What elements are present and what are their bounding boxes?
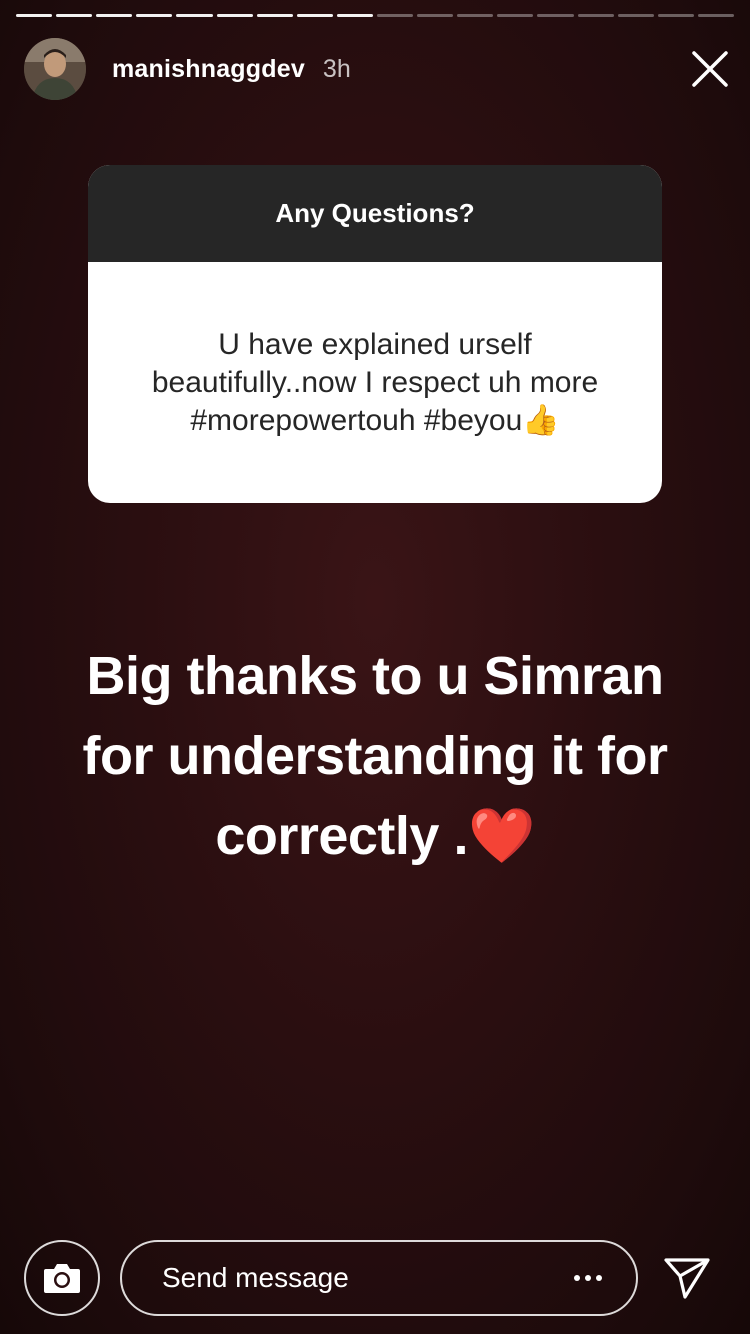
progress-segment — [96, 14, 133, 17]
camera-button[interactable] — [24, 1240, 100, 1316]
story-footer — [24, 1238, 730, 1318]
progress-segment — [16, 14, 53, 17]
story-header: manishnaggdev 3h — [24, 36, 730, 102]
progress-segment — [216, 14, 253, 17]
progress-segment — [537, 14, 574, 17]
profile-photo-icon — [24, 38, 86, 100]
progress-segment — [176, 14, 213, 17]
progress-segment — [256, 14, 293, 17]
username[interactable]: manishnaggdev — [112, 55, 305, 84]
answer-line: U have explained urself — [218, 327, 532, 361]
story-viewer[interactable]: manishnaggdev 3h Any Questions? U have e… — [0, 0, 750, 1334]
story-progress-bar — [16, 14, 734, 18]
caption-line: Big thanks to u Simran — [86, 646, 664, 706]
camera-icon — [44, 1264, 80, 1293]
progress-segment — [617, 14, 654, 17]
story-caption: Big thanks to u Simran for understanding… — [0, 636, 750, 876]
close-icon — [692, 51, 728, 87]
close-button[interactable] — [690, 49, 730, 89]
send-icon — [664, 1258, 710, 1299]
message-field[interactable] — [120, 1240, 638, 1316]
progress-segment — [577, 14, 614, 17]
progress-segment — [336, 14, 373, 17]
progress-segment — [417, 14, 454, 17]
progress-segment — [296, 14, 333, 17]
progress-segment — [457, 14, 494, 17]
question-prompt: Any Questions? — [88, 165, 662, 262]
question-sticker[interactable]: Any Questions? U have explained urself b… — [88, 165, 662, 503]
progress-segment — [136, 14, 173, 17]
progress-segment — [657, 14, 694, 17]
avatar[interactable] — [24, 38, 86, 100]
progress-segment — [376, 14, 414, 17]
answer-line: #morepowertouh #beyou👍 — [190, 403, 560, 437]
question-answer: U have explained urself beautifully..now… — [88, 262, 662, 503]
progress-segment — [497, 14, 534, 17]
progress-segment — [697, 14, 734, 17]
more-options-button[interactable] — [568, 1269, 608, 1287]
caption-line: correctly .❤️ — [215, 806, 535, 866]
more-dots-icon — [574, 1275, 580, 1281]
message-input[interactable] — [162, 1262, 568, 1294]
progress-segment — [56, 14, 93, 17]
timestamp: 3h — [322, 54, 351, 83]
caption-line: for understanding it for — [82, 726, 668, 786]
send-button[interactable] — [662, 1253, 712, 1303]
answer-line: beautifully..now I respect uh more — [151, 365, 599, 399]
